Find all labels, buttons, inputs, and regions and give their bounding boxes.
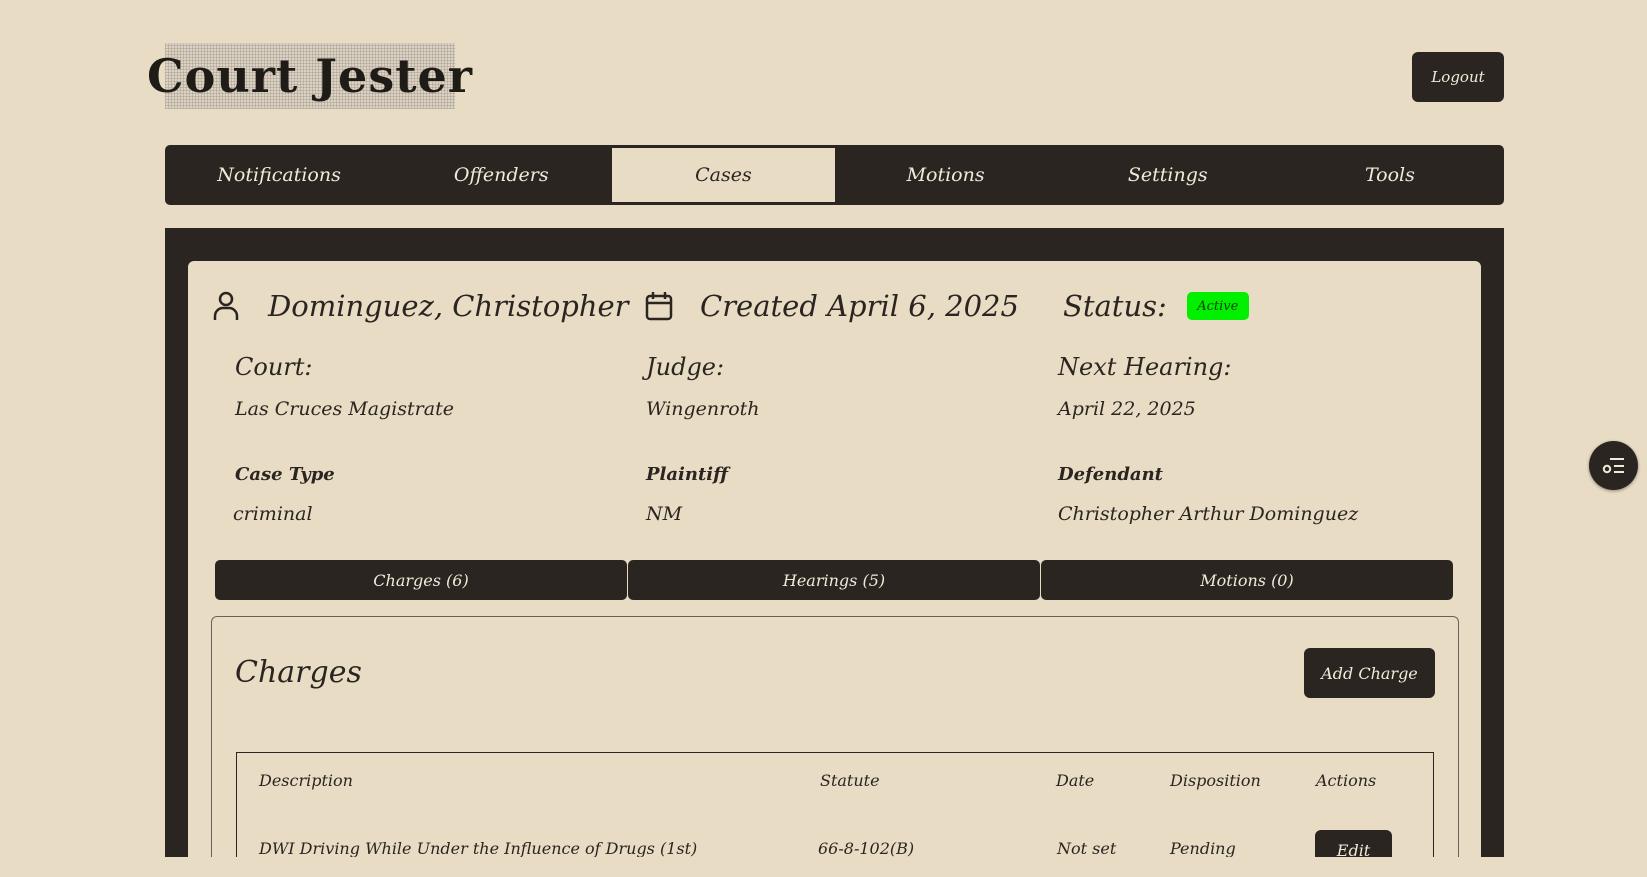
page: Court Jester Logout Notifications Offend…: [0, 0, 1647, 877]
user-icon: [213, 291, 239, 320]
created-date: Created April 6, 2025: [700, 289, 1019, 323]
nav-settings[interactable]: Settings: [1057, 148, 1279, 202]
nav-cases[interactable]: Cases: [612, 148, 835, 202]
main-nav: Notifications Offenders Cases Motions Se…: [165, 145, 1504, 205]
status-badge: Active: [1186, 292, 1249, 320]
calendar-icon: [645, 292, 673, 321]
tab-motions[interactable]: Motions (0): [1041, 560, 1453, 600]
next-hearing-value: April 22, 2025: [1058, 398, 1196, 420]
defendant-value: Christopher Arthur Dominguez: [1058, 503, 1359, 525]
charge-description: DWI Driving While Under the Influence of…: [259, 839, 698, 858]
charges-title: Charges: [235, 655, 362, 690]
add-charge-button[interactable]: Add Charge: [1304, 648, 1435, 698]
column-header-description[interactable]: Description: [259, 771, 353, 790]
bottom-edge: [0, 857, 1647, 877]
nav-offenders[interactable]: Offenders: [390, 148, 612, 202]
case-type-value: criminal: [233, 503, 313, 525]
created-row: Created April 6, 2025: [700, 286, 1019, 326]
charge-date: Not set: [1057, 839, 1117, 858]
judge-label: Judge:: [646, 353, 725, 381]
column-header-actions: Actions: [1316, 771, 1377, 790]
column-header-statute[interactable]: Statute: [820, 771, 880, 790]
plaintiff-value: NM: [646, 503, 683, 525]
app-logo[interactable]: Court Jester: [147, 43, 472, 109]
tab-hearings[interactable]: Hearings (5): [628, 560, 1040, 600]
defendant-label: Defendant: [1058, 464, 1163, 485]
judge-value: Wingenroth: [646, 398, 760, 420]
case-type-label: Case Type: [235, 464, 335, 485]
court-label: Court:: [235, 353, 313, 381]
court-value: Las Cruces Magistrate: [235, 398, 454, 420]
next-hearing-label: Next Hearing:: [1058, 353, 1232, 381]
defendant-name: Dominguez, Christopher: [268, 289, 629, 323]
nav-notifications[interactable]: Notifications: [168, 148, 390, 202]
tab-charges[interactable]: Charges (6): [215, 560, 627, 600]
status-row: Status: Active: [1063, 286, 1249, 326]
nav-tools[interactable]: Tools: [1279, 148, 1501, 202]
case-name-row: Dominguez, Christopher: [268, 286, 629, 326]
column-header-date[interactable]: Date: [1056, 771, 1094, 790]
filter-list-icon: [1602, 457, 1624, 473]
charge-statute: 66-8-102(B): [818, 839, 915, 858]
floating-menu-button[interactable]: [1589, 441, 1638, 490]
status-label: Status:: [1063, 289, 1167, 323]
plaintiff-label: Plaintiff: [646, 464, 729, 485]
column-header-disposition[interactable]: Disposition: [1170, 771, 1261, 790]
charge-disposition: Pending: [1170, 839, 1236, 858]
logout-button[interactable]: Logout: [1412, 52, 1504, 102]
nav-motions[interactable]: Motions: [835, 148, 1057, 202]
